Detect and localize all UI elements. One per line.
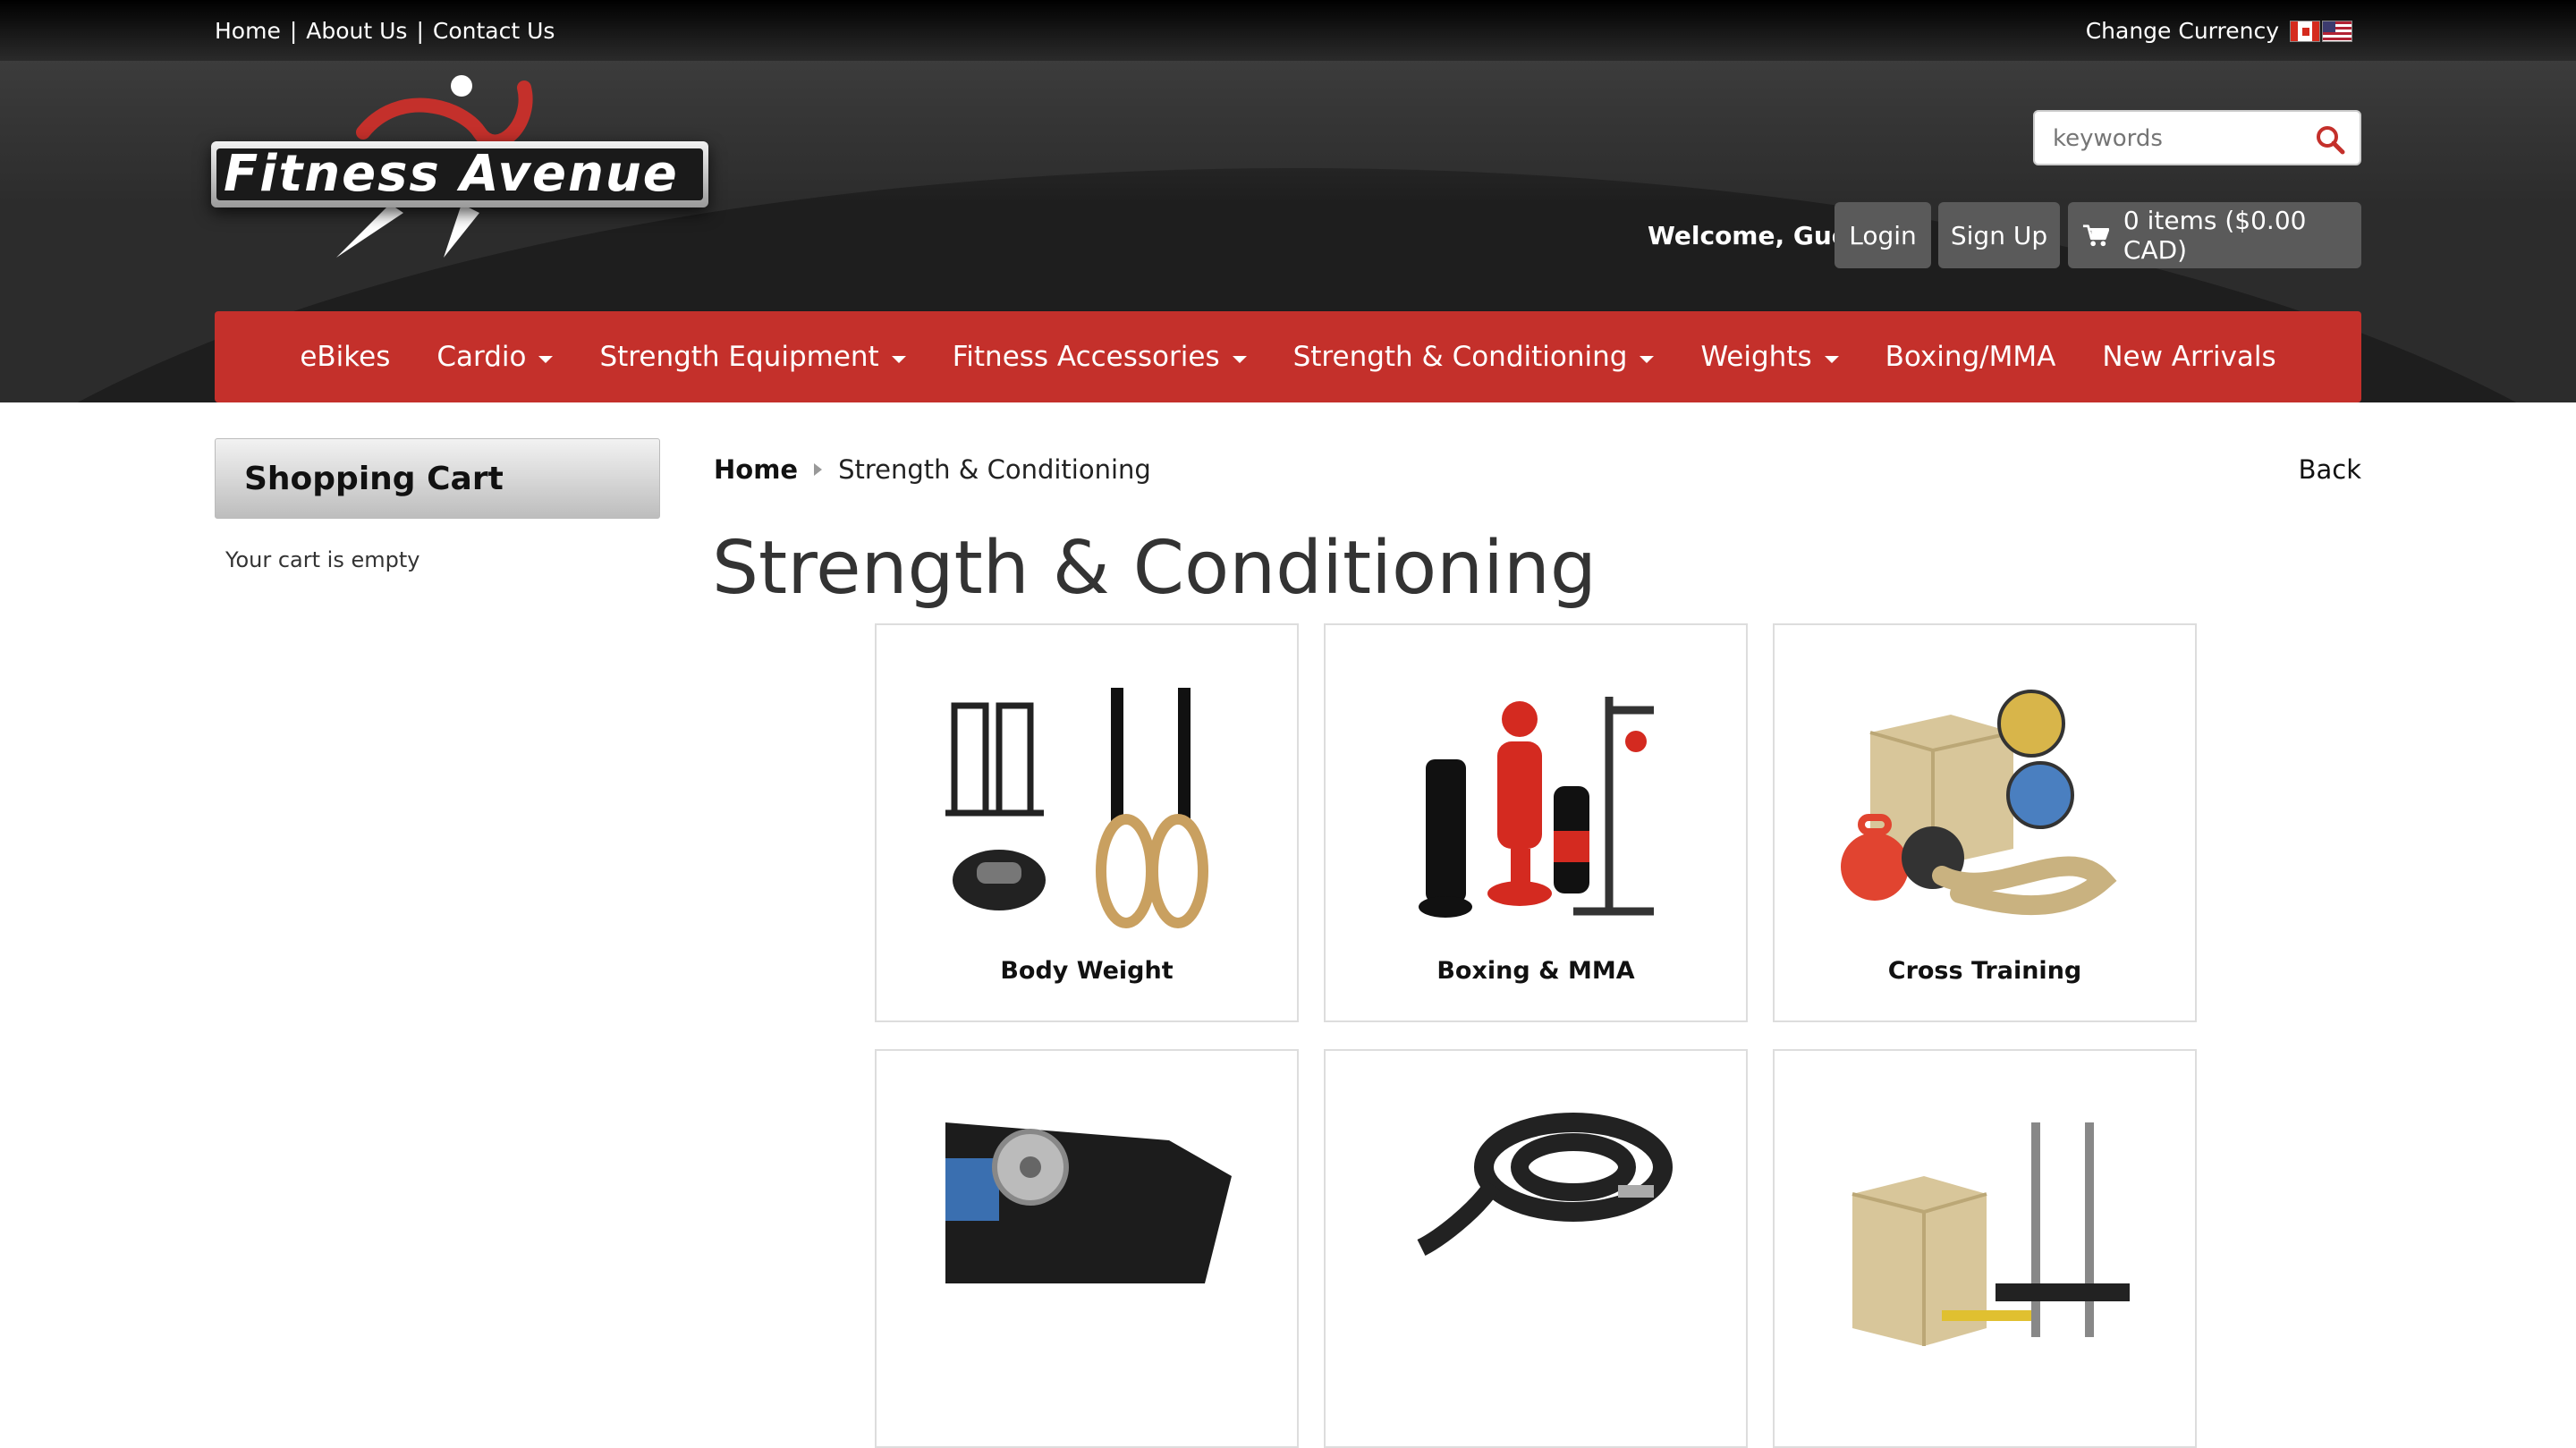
nav-item-label: Boxing/MMA	[1885, 341, 2056, 373]
site-logo[interactable]: Fitness Avenue	[211, 70, 708, 258]
top-link-about-us[interactable]: About Us	[306, 18, 407, 44]
nav-item-strength-conditioning[interactable]: Strength & Conditioning	[1270, 341, 1678, 373]
search-box	[2033, 110, 2361, 165]
nav-item-cardio[interactable]: Cardio	[413, 341, 576, 373]
top-link-separator: |	[289, 18, 298, 44]
top-link-home[interactable]: Home	[215, 18, 281, 44]
category-card-body-weight[interactable]: Body Weight	[875, 623, 1299, 1022]
shopping-cart-panel-header: Shopping Cart	[215, 438, 660, 519]
nav-item-strength-equipment[interactable]: Strength Equipment	[576, 341, 928, 373]
us-flag-icon[interactable]	[2322, 20, 2352, 42]
login-button[interactable]: Login	[1835, 202, 1931, 268]
nav-item-label: New Arrivals	[2102, 341, 2276, 373]
caret-down-icon	[1640, 356, 1655, 363]
category-card-cross-training[interactable]: Cross Training	[1773, 623, 2197, 1022]
caret-down-icon	[1824, 356, 1839, 363]
nav-item-label: Strength & Conditioning	[1292, 341, 1628, 373]
breadcrumb-home[interactable]: Home	[714, 454, 798, 485]
back-link[interactable]: Back	[2299, 454, 2361, 485]
breadcrumb-current: Strength & Conditioning	[838, 454, 1151, 485]
logo-text: Fitness Avenue	[224, 145, 679, 203]
page-title: Strength & Conditioning	[712, 526, 1597, 611]
boxing-mma-product-image	[1419, 697, 1654, 918]
signup-button[interactable]: Sign Up	[1938, 202, 2060, 268]
category-label: Cross Training	[1887, 957, 2082, 985]
body-weight-product-image	[945, 688, 1208, 928]
battle-rope-product-image	[1417, 1113, 1673, 1256]
nav-item-weights[interactable]: Weights	[1677, 341, 1861, 373]
top-utility-bar: Home | About Us | Contact Us Change Curr…	[0, 0, 2576, 61]
search-input[interactable]	[2053, 123, 2312, 155]
breadcrumb-arrow-icon	[814, 463, 823, 476]
category-card[interactable]	[875, 1049, 1299, 1448]
top-link-contact-us[interactable]: Contact Us	[433, 18, 555, 44]
breadcrumb: Home Strength & Conditioning	[714, 454, 1151, 485]
change-currency: Change Currency	[2086, 18, 2352, 44]
caret-down-icon	[1232, 356, 1247, 363]
shopping-cart-title: Shopping Cart	[244, 461, 504, 497]
category-card[interactable]	[1773, 1049, 2197, 1448]
nav-item-label: eBikes	[300, 341, 391, 373]
cart-empty-text: Your cart is empty	[225, 547, 420, 572]
search-icon[interactable]	[2315, 124, 2345, 155]
cross-training-product-image	[1841, 690, 2117, 916]
category-card[interactable]	[1324, 1049, 1748, 1448]
change-currency-label: Change Currency	[2085, 18, 2279, 44]
category-label: Boxing & MMA	[1436, 957, 1635, 985]
canada-flag-icon[interactable]	[2290, 20, 2320, 42]
category-card-boxing-mma[interactable]: Boxing & MMA	[1324, 623, 1748, 1022]
category-label: Body Weight	[1000, 957, 1174, 985]
shopping-cart-icon	[2082, 224, 2109, 247]
nav-item-new-arrivals[interactable]: New Arrivals	[2079, 341, 2299, 373]
caret-down-icon	[891, 356, 906, 363]
nav-item-fitness-accessories[interactable]: Fitness Accessories	[929, 341, 1270, 373]
nav-item-boxing-mma[interactable]: Boxing/MMA	[1862, 341, 2080, 373]
plyo-box-rack-product-image	[1852, 1122, 2130, 1346]
nav-item-ebikes[interactable]: eBikes	[276, 341, 413, 373]
caret-down-icon	[538, 356, 554, 363]
nav-item-label: Cardio	[436, 341, 527, 373]
flooring-product-image	[945, 1122, 1232, 1283]
top-links: Home | About Us | Contact Us	[215, 18, 555, 44]
nav-item-label: Strength Equipment	[599, 341, 879, 373]
nav-item-label: Weights	[1700, 341, 1812, 373]
main-nav: eBikes Cardio Strength Equipment Fitness…	[215, 311, 2361, 402]
top-link-separator: |	[416, 18, 424, 44]
cart-button[interactable]: 0 items ($0.00 CAD)	[2068, 202, 2361, 268]
nav-item-label: Fitness Accessories	[952, 341, 1220, 373]
cart-summary: 0 items ($0.00 CAD)	[2123, 206, 2307, 265]
